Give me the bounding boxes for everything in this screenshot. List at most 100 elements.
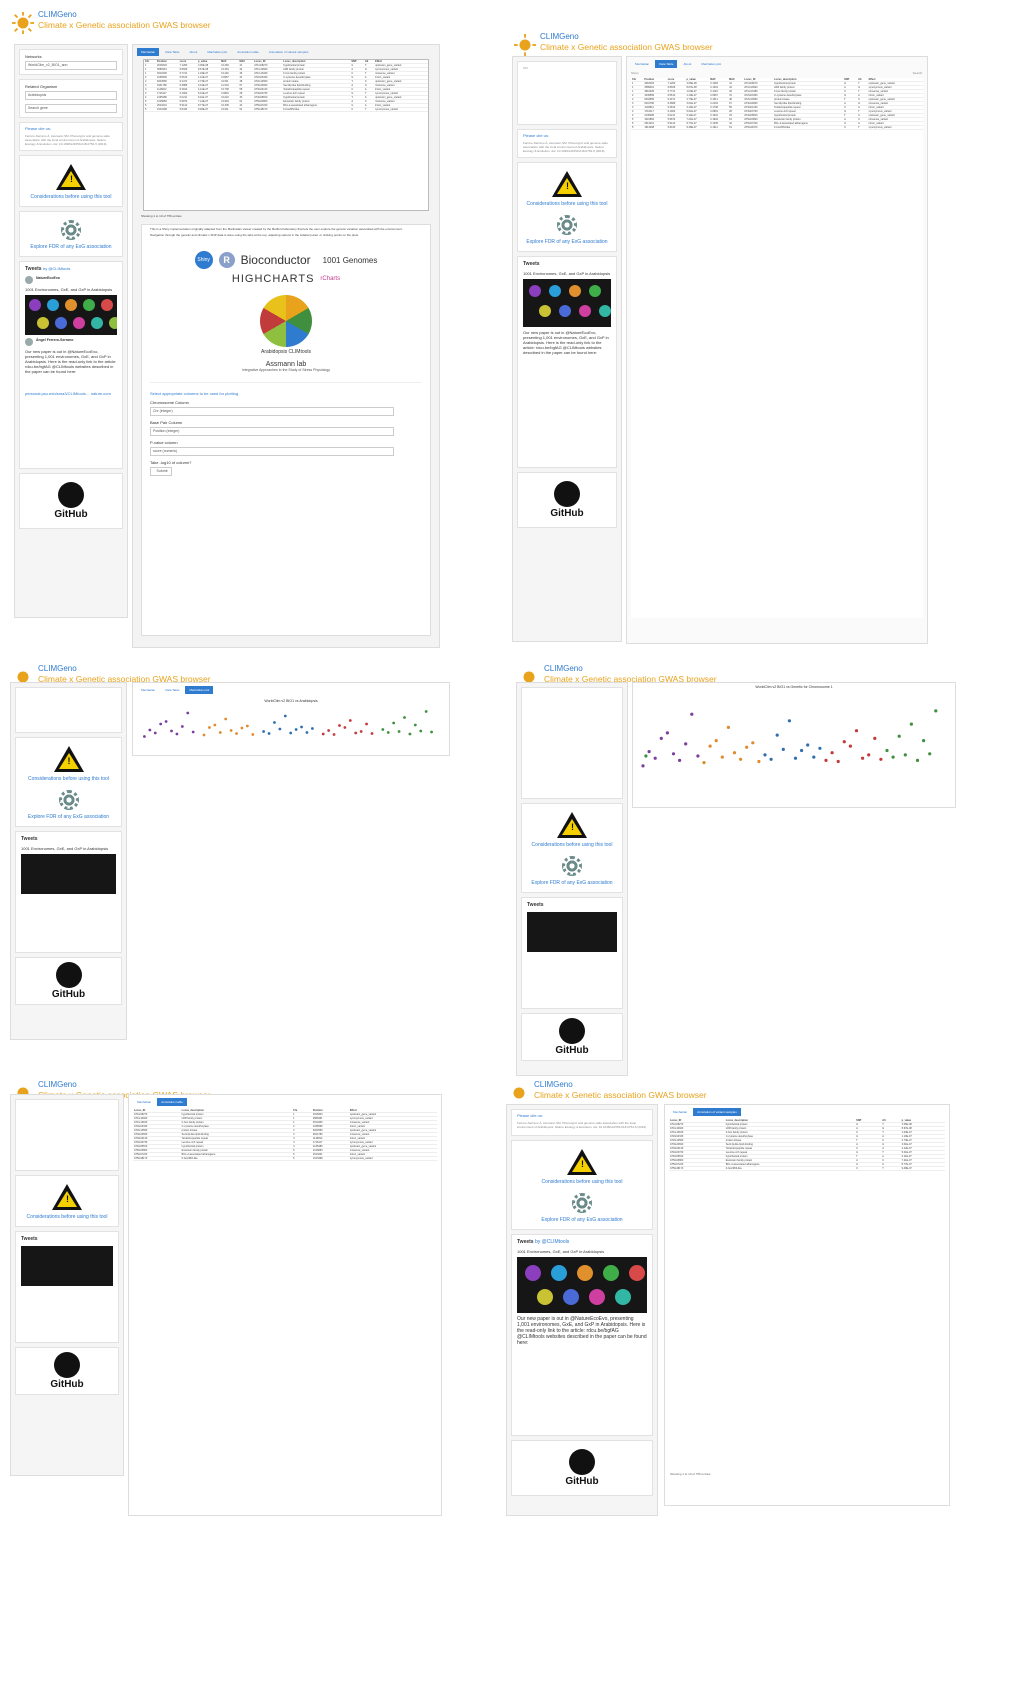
data-point[interactable] bbox=[338, 724, 341, 727]
github-link[interactable]: GitHub bbox=[547, 481, 587, 519]
fdr-link[interactable]: Explore FDR of any ExG association bbox=[514, 1217, 650, 1223]
data-point[interactable] bbox=[218, 731, 222, 734]
data-point[interactable] bbox=[678, 758, 682, 762]
data-point[interactable] bbox=[343, 726, 347, 729]
data-point[interactable] bbox=[647, 750, 651, 754]
tab-data-table[interactable]: Data Table bbox=[161, 686, 183, 694]
tab-manhattan[interactable]: Manhattan bbox=[133, 1098, 155, 1106]
data-point[interactable] bbox=[854, 729, 859, 733]
considerations-box[interactable]: ! Considerations before using this tool … bbox=[517, 162, 617, 252]
github-link[interactable]: GitHub bbox=[51, 482, 91, 520]
data-point[interactable] bbox=[861, 756, 865, 760]
data-point[interactable] bbox=[836, 759, 840, 764]
data-point[interactable] bbox=[332, 733, 336, 736]
data-point[interactable] bbox=[848, 744, 852, 748]
github-link[interactable]: GitHub bbox=[49, 962, 89, 1000]
data-point[interactable] bbox=[751, 741, 755, 745]
data-point[interactable] bbox=[235, 732, 238, 735]
data-point[interactable] bbox=[708, 744, 712, 748]
data-point[interactable] bbox=[671, 752, 676, 756]
chrom-select[interactable]: Chr (integer) bbox=[150, 407, 394, 416]
tab-variant-samples[interactable]: Annotation of variant samples bbox=[693, 1108, 741, 1116]
data-point[interactable] bbox=[245, 724, 249, 728]
considerations-box[interactable]: ! Considerations before using this tool bbox=[15, 1175, 119, 1227]
data-point[interactable] bbox=[143, 735, 146, 738]
data-point[interactable] bbox=[164, 720, 168, 723]
data-point[interactable] bbox=[806, 743, 810, 747]
considerations-link[interactable]: Considerations before using this tool bbox=[514, 1179, 650, 1185]
considerations-box[interactable]: ! Considerations before using this tool … bbox=[15, 737, 122, 827]
fdr-link[interactable]: Explore FDR of any ExG association bbox=[18, 814, 119, 820]
data-point[interactable] bbox=[251, 733, 255, 736]
chromosome-chart[interactable] bbox=[633, 689, 949, 797]
tab-about[interactable]: About bbox=[679, 60, 695, 68]
pval-select[interactable]: score (numeric) bbox=[150, 447, 394, 456]
data-point[interactable] bbox=[757, 759, 761, 764]
data-point[interactable] bbox=[653, 756, 657, 760]
organism-select[interactable]: Arabidopsis bbox=[25, 91, 117, 100]
tweet-image[interactable] bbox=[523, 279, 611, 327]
data-point[interactable] bbox=[934, 709, 938, 713]
data-point[interactable] bbox=[159, 722, 163, 726]
data-point[interactable] bbox=[739, 757, 743, 761]
data-point[interactable] bbox=[283, 714, 287, 718]
data-point[interactable] bbox=[812, 755, 816, 759]
show-entries[interactable]: Show bbox=[631, 71, 639, 75]
data-point[interactable] bbox=[300, 725, 303, 729]
github-box[interactable]: GitHub bbox=[15, 1347, 119, 1395]
data-point[interactable] bbox=[419, 729, 423, 733]
data-point[interactable] bbox=[781, 747, 785, 751]
data-point[interactable] bbox=[359, 730, 363, 733]
data-point[interactable] bbox=[153, 731, 157, 735]
tab-annotation[interactable]: Annotation table bbox=[157, 1098, 187, 1106]
table-search[interactable]: Search: bbox=[913, 71, 923, 75]
data-point[interactable] bbox=[213, 723, 217, 727]
data-point[interactable] bbox=[354, 731, 358, 735]
data-point[interactable] bbox=[720, 755, 724, 759]
github-box[interactable]: GitHub bbox=[19, 473, 123, 529]
data-point[interactable] bbox=[928, 752, 932, 756]
data-point[interactable] bbox=[240, 726, 244, 730]
data-point[interactable] bbox=[403, 716, 406, 719]
data-point[interactable] bbox=[897, 734, 901, 738]
data-point[interactable] bbox=[370, 732, 374, 735]
data-point[interactable] bbox=[381, 728, 385, 731]
manhattan-chart[interactable] bbox=[133, 703, 443, 751]
bp-select[interactable]: Position (integer) bbox=[150, 427, 394, 436]
tab-manhattan[interactable]: Manhattan bbox=[137, 686, 159, 694]
data-point[interactable] bbox=[879, 757, 883, 761]
data-point[interactable] bbox=[321, 732, 325, 736]
data-point[interactable] bbox=[641, 764, 645, 768]
data-point[interactable] bbox=[787, 719, 791, 723]
github-link[interactable]: GitHub bbox=[552, 1018, 592, 1056]
data-point[interactable] bbox=[229, 729, 233, 732]
considerations-box[interactable]: ! Considerations before using this tool … bbox=[521, 803, 623, 893]
fdr-box[interactable]: Explore FDR of any ExG association bbox=[19, 211, 123, 257]
tab-variant-samples[interactable]: Annotation of variant samples bbox=[265, 48, 313, 56]
github-box[interactable]: GitHub bbox=[511, 1440, 653, 1496]
data-point[interactable] bbox=[714, 739, 718, 743]
submit-button[interactable]: Submit bbox=[150, 467, 172, 476]
considerations-box[interactable]: ! Considerations before using this tool bbox=[19, 155, 123, 207]
tab-manhattan[interactable]: Manhattan bbox=[669, 1108, 691, 1116]
data-point[interactable] bbox=[424, 710, 428, 713]
data-point[interactable] bbox=[659, 736, 663, 740]
tweet-image[interactable] bbox=[25, 295, 117, 335]
log-checkbox[interactable]: Take -log10 of column? bbox=[150, 460, 417, 465]
data-point[interactable] bbox=[267, 732, 271, 735]
data-point[interactable] bbox=[818, 746, 822, 750]
data-point[interactable] bbox=[180, 725, 184, 728]
github-box[interactable]: GitHub bbox=[521, 1013, 623, 1061]
tab-annotation[interactable]: Annotation table bbox=[233, 48, 263, 56]
data-point[interactable] bbox=[262, 730, 266, 733]
data-point[interactable] bbox=[644, 754, 648, 758]
tab-manhattan-plot[interactable]: Manhattan plot bbox=[697, 60, 725, 68]
data-point[interactable] bbox=[348, 719, 352, 722]
data-point[interactable] bbox=[224, 717, 228, 721]
considerations-link[interactable]: Considerations before using this tool bbox=[524, 842, 620, 848]
data-point[interactable] bbox=[763, 753, 767, 757]
tweet-image[interactable] bbox=[527, 912, 617, 952]
data-point[interactable] bbox=[208, 726, 211, 729]
tab-about[interactable]: About bbox=[185, 48, 201, 56]
data-point[interactable] bbox=[732, 751, 737, 755]
